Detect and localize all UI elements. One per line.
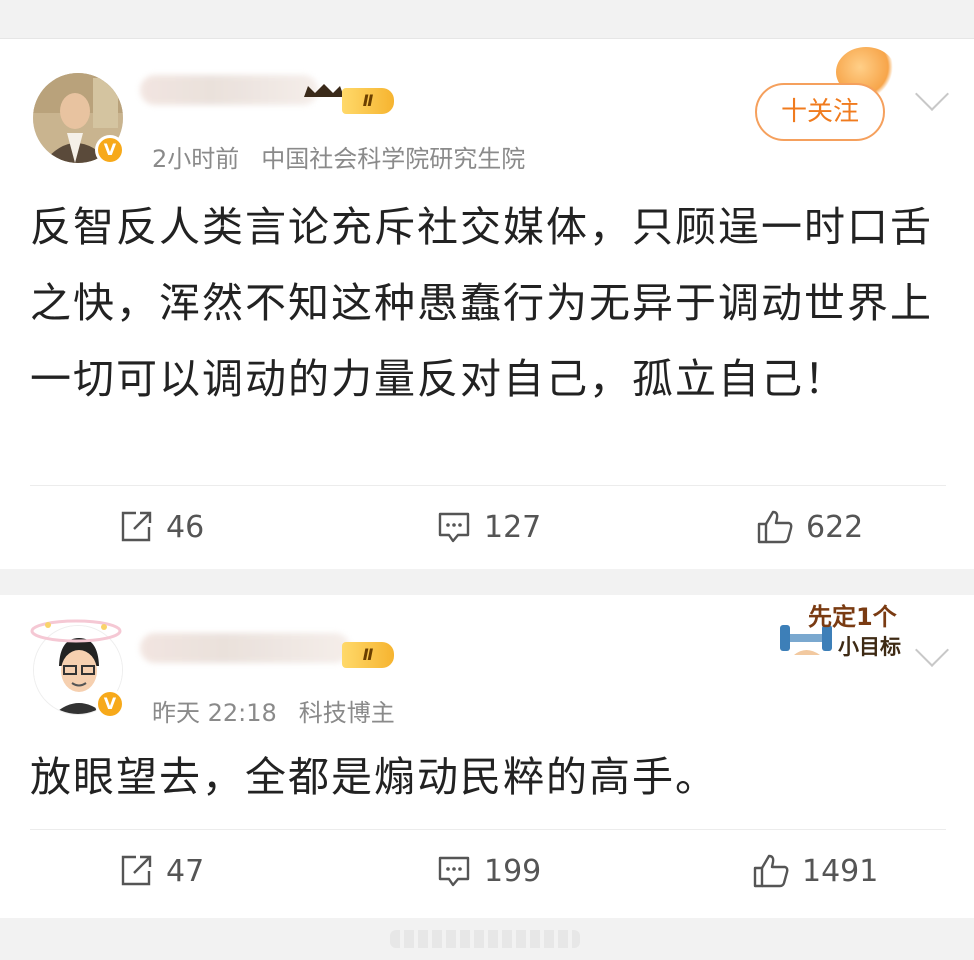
- chevron-down-icon[interactable]: [915, 77, 949, 111]
- repost-count: 46: [166, 509, 205, 545]
- sticker-text-line1: 先定1个: [808, 603, 897, 631]
- post-text: 放眼望去，全都是煽动民粹的高手。: [30, 753, 718, 801]
- post-card-1[interactable]: V Ⅱ 2小时前 中国社会科学院研究生院 十关注 反智反人类言论充斥社交媒体，只顾…: [0, 39, 974, 569]
- post-time: 2小时前: [152, 145, 240, 173]
- divider: [30, 829, 946, 830]
- post-meta: 昨天 22:18 科技博主: [152, 693, 417, 728]
- chevron-down-icon[interactable]: [915, 633, 949, 667]
- verified-badge-icon: V: [95, 135, 125, 165]
- top-spacer: [0, 0, 974, 39]
- divider: [30, 485, 946, 486]
- post-source: 中国社会科学院研究生院: [261, 145, 526, 173]
- repost-count: 47: [166, 853, 205, 889]
- vip-level-badge: Ⅱ: [342, 642, 394, 668]
- comment-button[interactable]: 127: [436, 509, 541, 545]
- follow-button[interactable]: 十关注: [755, 83, 885, 141]
- comment-button[interactable]: 199: [436, 853, 541, 889]
- username-blurred[interactable]: [140, 75, 318, 105]
- comment-icon: [438, 856, 470, 887]
- share-box-icon: [121, 855, 152, 886]
- like-count: 1491: [802, 853, 879, 889]
- post-meta: 2小时前 中国社会科学院研究生院: [152, 139, 547, 174]
- sticker-text-line2: 小目标: [838, 635, 901, 659]
- comment-count: 199: [484, 853, 542, 889]
- like-button[interactable]: 1491: [752, 853, 878, 889]
- verified-badge-icon: V: [95, 689, 125, 719]
- repost-button[interactable]: 46: [118, 509, 204, 545]
- post-time: 昨天 22:18: [152, 699, 277, 727]
- comment-count: 127: [484, 509, 542, 545]
- thumbs-up-icon: [757, 510, 793, 544]
- post-card-2[interactable]: V Ⅱ 昨天 22:18 科技博主 先定1个 小目标 放眼望去，全都是煽动民粹的高…: [0, 595, 974, 918]
- vip-level-badge: Ⅱ: [342, 88, 394, 114]
- crown-icon: [304, 84, 344, 97]
- halo-decoration-icon: [30, 619, 122, 643]
- watermark: [390, 930, 580, 948]
- like-count: 622: [806, 509, 864, 545]
- thumbs-up-icon: [753, 854, 789, 888]
- like-button[interactable]: 622: [756, 509, 863, 545]
- username-blurred[interactable]: [140, 633, 350, 663]
- post-text: 反智反人类言论充斥社交媒体，只顾逞一时口舌之快，浑然不知这种愚蠢行为无异于调动世…: [30, 203, 933, 403]
- share-box-icon: [121, 511, 152, 542]
- comment-icon: [438, 512, 470, 543]
- repost-button[interactable]: 47: [118, 853, 204, 889]
- post-source: 科技博主: [298, 699, 395, 727]
